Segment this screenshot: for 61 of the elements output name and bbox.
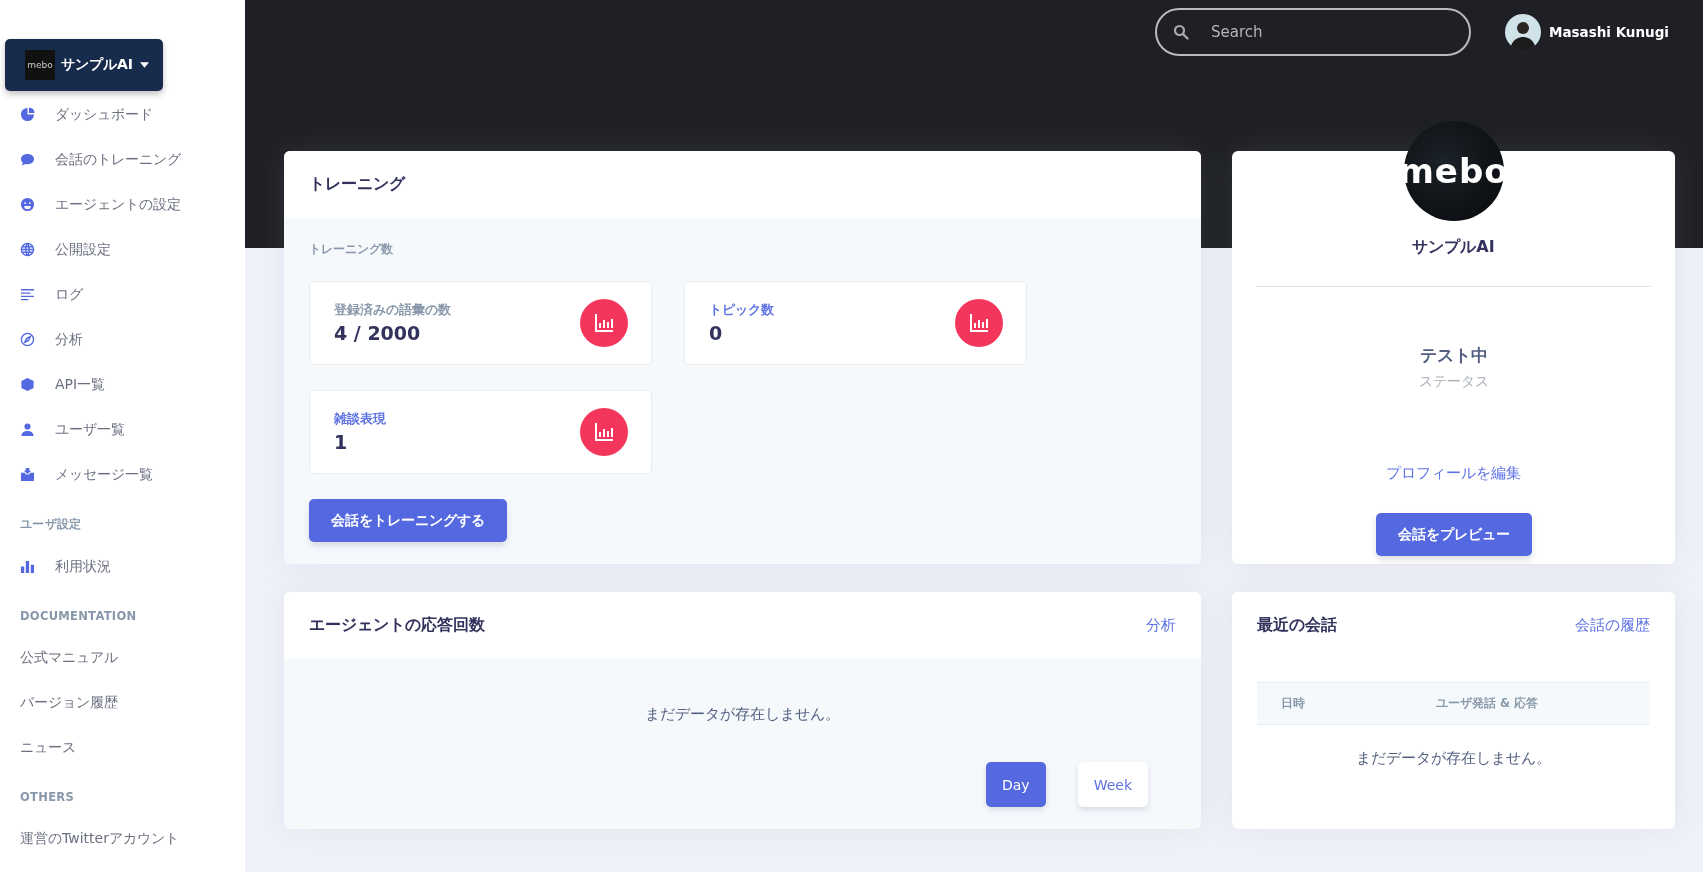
- empty-message: まだデータが存在しません。: [1355, 749, 1552, 768]
- stat-link[interactable]: 雑談表現: [334, 411, 386, 428]
- train-button[interactable]: 会話をトレーニングする: [309, 499, 507, 542]
- card-title: 最近の会話: [1257, 614, 1337, 636]
- sidebar-item[interactable]: ユーザ一覧: [0, 407, 245, 452]
- user-icon: [20, 422, 35, 437]
- sidebar-item[interactable]: ニュース: [0, 725, 245, 770]
- status-label: ステータス: [1418, 373, 1489, 391]
- sidebar-item[interactable]: 運営のTwitterアカウント: [0, 816, 245, 861]
- stat-value: 0: [709, 322, 724, 344]
- sidebar-item[interactable]: ダッシュボード: [0, 92, 245, 137]
- sidebar-item[interactable]: 分析: [0, 317, 245, 362]
- column-header: ユーザ発話 & 応答: [1436, 696, 1539, 711]
- pie-icon: [20, 107, 35, 122]
- user-name[interactable]: Masashi Kunugi: [1549, 24, 1669, 40]
- cube-icon: [20, 377, 35, 392]
- search-field[interactable]: Search: [1155, 8, 1471, 56]
- bars-icon: [20, 559, 35, 574]
- caret-icon: [140, 62, 150, 68]
- smile-icon: [20, 197, 35, 212]
- history-link[interactable]: 会話の履歴: [1575, 615, 1650, 635]
- analysis-link[interactable]: 分析: [1146, 616, 1176, 635]
- agent-name: サンプルAI: [1412, 237, 1495, 258]
- sidebar-item[interactable]: 公開設定: [0, 227, 245, 272]
- search-icon: [1173, 24, 1189, 40]
- project-dropdown[interactable]: mebo サンプルAI: [5, 39, 163, 91]
- card-title: エージェントの応答回数: [309, 615, 485, 636]
- sidebar-item[interactable]: エージェントの設定: [0, 182, 245, 227]
- stat-link[interactable]: トピック数: [709, 302, 774, 319]
- sidebar-item[interactable]: 利用状況: [0, 544, 245, 589]
- edit-profile-link[interactable]: プロフィールを編集: [1386, 464, 1521, 483]
- sidebar-item[interactable]: ログ: [0, 272, 245, 317]
- lines-icon: [20, 287, 35, 302]
- avatar[interactable]: [1505, 14, 1541, 50]
- sidebar-heading: DOCUMENTATION: [19, 608, 138, 625]
- stat-value: 1: [334, 431, 349, 453]
- column-header: 日時: [1280, 696, 1306, 711]
- period-tab[interactable]: Week: [1077, 762, 1148, 807]
- bar-chart-icon: [955, 299, 1003, 347]
- globe-icon: [20, 242, 35, 257]
- bar-chart-icon: [580, 408, 628, 456]
- sidebar-item[interactable]: メッセージ一覧: [0, 452, 245, 497]
- sidebar-item[interactable]: 会話のトレーニング: [0, 137, 245, 182]
- box-icon: [20, 467, 35, 482]
- section-label: トレーニング数: [309, 242, 394, 257]
- compass-icon: [20, 332, 35, 347]
- bar-chart-icon: [580, 299, 628, 347]
- sidebar-heading: OTHERS: [19, 789, 76, 806]
- brand-logo: mebo: [25, 50, 55, 80]
- card-title: トレーニング: [309, 174, 405, 195]
- chat-icon: [20, 152, 35, 167]
- sidebar-item[interactable]: API一覧: [0, 362, 245, 407]
- empty-message: まだデータが存在しません。: [645, 705, 840, 724]
- sidebar-item[interactable]: 公式マニュアル: [0, 635, 245, 680]
- stat-value: 4 / 2000: [334, 322, 422, 344]
- sidebar-heading: ユーザ設定: [19, 516, 83, 533]
- status-value: テスト中: [1419, 344, 1488, 367]
- sidebar-item[interactable]: バージョン履歴: [0, 680, 245, 725]
- stat-label: 登録済みの語彙の数: [334, 302, 451, 319]
- preview-button[interactable]: 会話をプレビュー: [1375, 513, 1532, 556]
- period-tab[interactable]: Day: [986, 762, 1046, 807]
